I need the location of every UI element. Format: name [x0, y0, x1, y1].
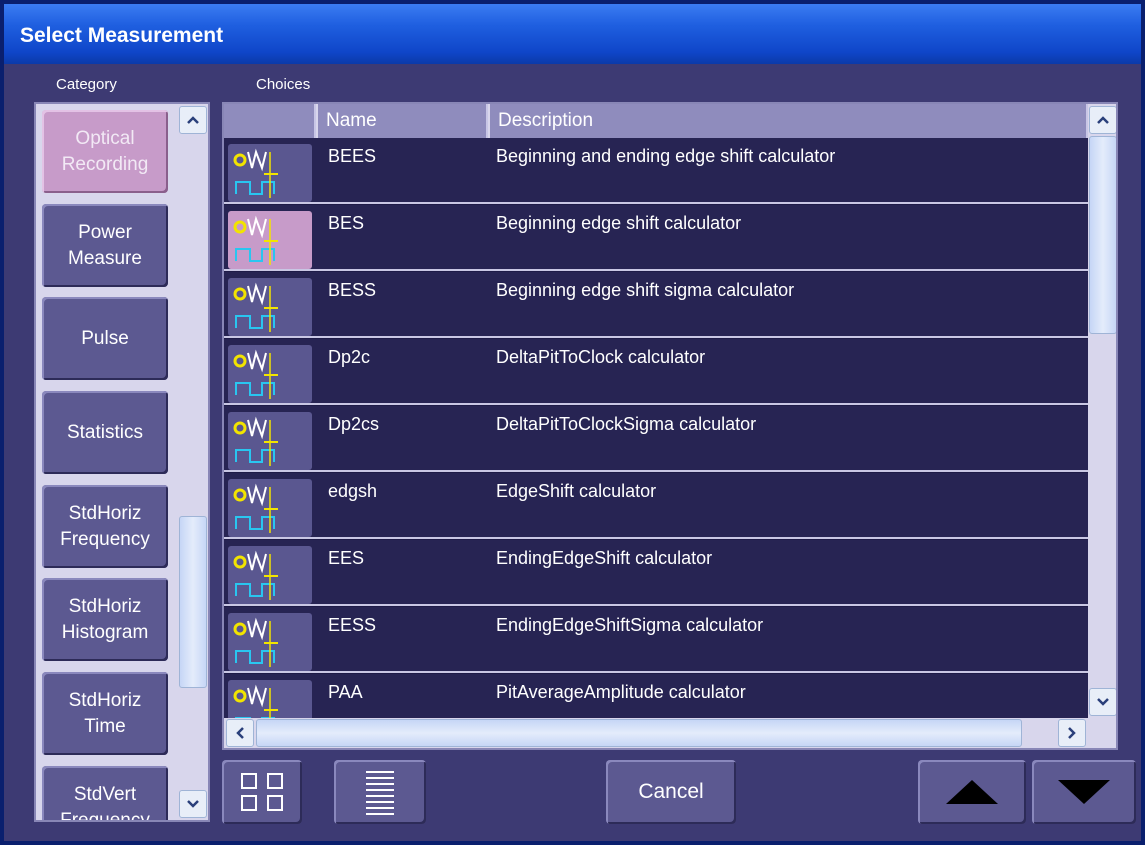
- category-stdhoriz-time[interactable]: StdHoriz Time: [42, 672, 168, 755]
- choices-rows: BEES Beginning and ending edge shift cal…: [224, 138, 1088, 718]
- row-description: DeltaPitToClockSigma calculator: [496, 414, 757, 434]
- scroll-left-icon[interactable]: [226, 719, 254, 747]
- category-pulse[interactable]: Pulse: [42, 297, 168, 380]
- table-row[interactable]: Dp2cs DeltaPitToClockSigma calculator: [224, 406, 1088, 472]
- waveform-glyph: [233, 550, 278, 600]
- window-title: Select Measurement: [20, 24, 224, 47]
- waveform-glyph: [233, 416, 278, 466]
- pit-amplitude-icon: [228, 680, 312, 718]
- arrow-up-icon: [946, 780, 998, 804]
- list-view-button[interactable]: [334, 760, 426, 824]
- row-name: BEES: [328, 146, 377, 166]
- arrow-down-icon: [1058, 780, 1110, 804]
- table-row[interactable]: Dp2c DeltaPitToClock calculator: [224, 339, 1088, 405]
- table-row[interactable]: EESS EndingEdgeShiftSigma calculator: [224, 607, 1088, 673]
- table-row[interactable]: BEES Beginning and ending edge shift cal…: [224, 138, 1088, 204]
- edge-shift-icon: [228, 345, 312, 403]
- row-description: EndingEdgeShift calculator: [496, 548, 713, 568]
- grid-view-button[interactable]: [222, 760, 302, 824]
- waveform-glyph: [233, 148, 278, 198]
- category-stdhoriz-histogram[interactable]: StdHoriz Histogram: [42, 578, 168, 661]
- edge-shift-icon: [228, 144, 312, 202]
- scroll-down-icon[interactable]: [1089, 688, 1116, 716]
- table-row[interactable]: edgsh EdgeShift calculator: [224, 473, 1088, 539]
- ending-edge-shift-icon: [228, 546, 312, 604]
- scroll-down-button[interactable]: [1032, 760, 1136, 824]
- scroll-up-icon[interactable]: [179, 106, 207, 134]
- row-name: EESS: [328, 615, 377, 635]
- column-header-description[interactable]: Description: [490, 104, 1088, 138]
- table-row[interactable]: EES EndingEdgeShift calculator: [224, 540, 1088, 606]
- row-name: Dp2c: [328, 347, 371, 367]
- waveform-glyph: [233, 282, 278, 332]
- waveform-glyph: [233, 215, 278, 265]
- row-name: edgsh: [328, 481, 378, 501]
- choices-vertical-scrollbar[interactable]: [1088, 104, 1116, 718]
- choices-hscroll-thumb[interactable]: [256, 719, 1022, 747]
- category-optical-recording[interactable]: Optical Recording: [42, 110, 168, 193]
- table-row[interactable]: PAA PitAverageAmplitude calculator: [224, 674, 1088, 718]
- category-list: Optical Recording Power Measure Pulse St…: [34, 102, 210, 822]
- table-row[interactable]: BES Beginning edge shift calculator: [224, 205, 1088, 271]
- row-name: BESS: [328, 280, 377, 300]
- cancel-button[interactable]: Cancel: [606, 760, 736, 824]
- row-description: DeltaPitToClock calculator: [496, 347, 706, 367]
- edge-shift-sigma-icon: [228, 412, 312, 470]
- waveform-glyph: [233, 349, 278, 399]
- row-name: EES: [328, 548, 365, 568]
- row-description: Beginning edge shift sigma calculator: [496, 280, 795, 300]
- scroll-down-icon[interactable]: [179, 790, 207, 818]
- choices-table: Name Description BEES Beginning and endi…: [222, 102, 1118, 750]
- edge-shift-sigma-icon: [228, 278, 312, 336]
- title-bar: Select Measurement: [4, 4, 1141, 64]
- category-stdvert-frequency[interactable]: StdVert Frequency: [42, 766, 168, 820]
- row-name: BES: [328, 213, 365, 233]
- category-scrollbar[interactable]: [178, 104, 208, 820]
- edge-shift-icon: [228, 479, 312, 537]
- column-header-name[interactable]: Name: [318, 104, 488, 138]
- scroll-up-icon[interactable]: [1089, 106, 1116, 134]
- edge-shift-icon: [228, 211, 312, 269]
- column-header-icon[interactable]: [224, 104, 316, 138]
- waveform-glyph: [233, 684, 278, 718]
- category-statistics[interactable]: Statistics: [42, 391, 168, 474]
- row-description: EndingEdgeShiftSigma calculator: [496, 615, 764, 635]
- table-row[interactable]: BESS Beginning edge shift sigma calculat…: [224, 272, 1088, 338]
- category-scroll-thumb[interactable]: [179, 516, 207, 688]
- row-description: EdgeShift calculator: [496, 481, 657, 501]
- row-description: Beginning and ending edge shift calculat…: [496, 146, 836, 166]
- choices-label: Choices: [256, 76, 311, 93]
- scroll-up-button[interactable]: [918, 760, 1026, 824]
- choices-vscroll-thumb[interactable]: [1089, 136, 1116, 334]
- category-label: Category: [56, 76, 117, 93]
- grid-view-icon: [241, 773, 283, 811]
- category-stdhoriz-frequency[interactable]: StdHoriz Frequency: [42, 485, 168, 568]
- row-name: Dp2cs: [328, 414, 380, 434]
- waveform-glyph: [233, 483, 278, 533]
- row-name: PAA: [328, 682, 363, 702]
- scroll-right-icon[interactable]: [1058, 719, 1086, 747]
- ending-edge-shift-sigma-icon: [228, 613, 312, 671]
- row-description: Beginning edge shift calculator: [496, 213, 742, 233]
- category-power-measure[interactable]: Power Measure: [42, 204, 168, 287]
- row-description: PitAverageAmplitude calculator: [496, 682, 746, 702]
- choices-horizontal-scrollbar[interactable]: [224, 718, 1088, 748]
- waveform-glyph: [233, 617, 278, 667]
- list-view-icon: [366, 771, 394, 815]
